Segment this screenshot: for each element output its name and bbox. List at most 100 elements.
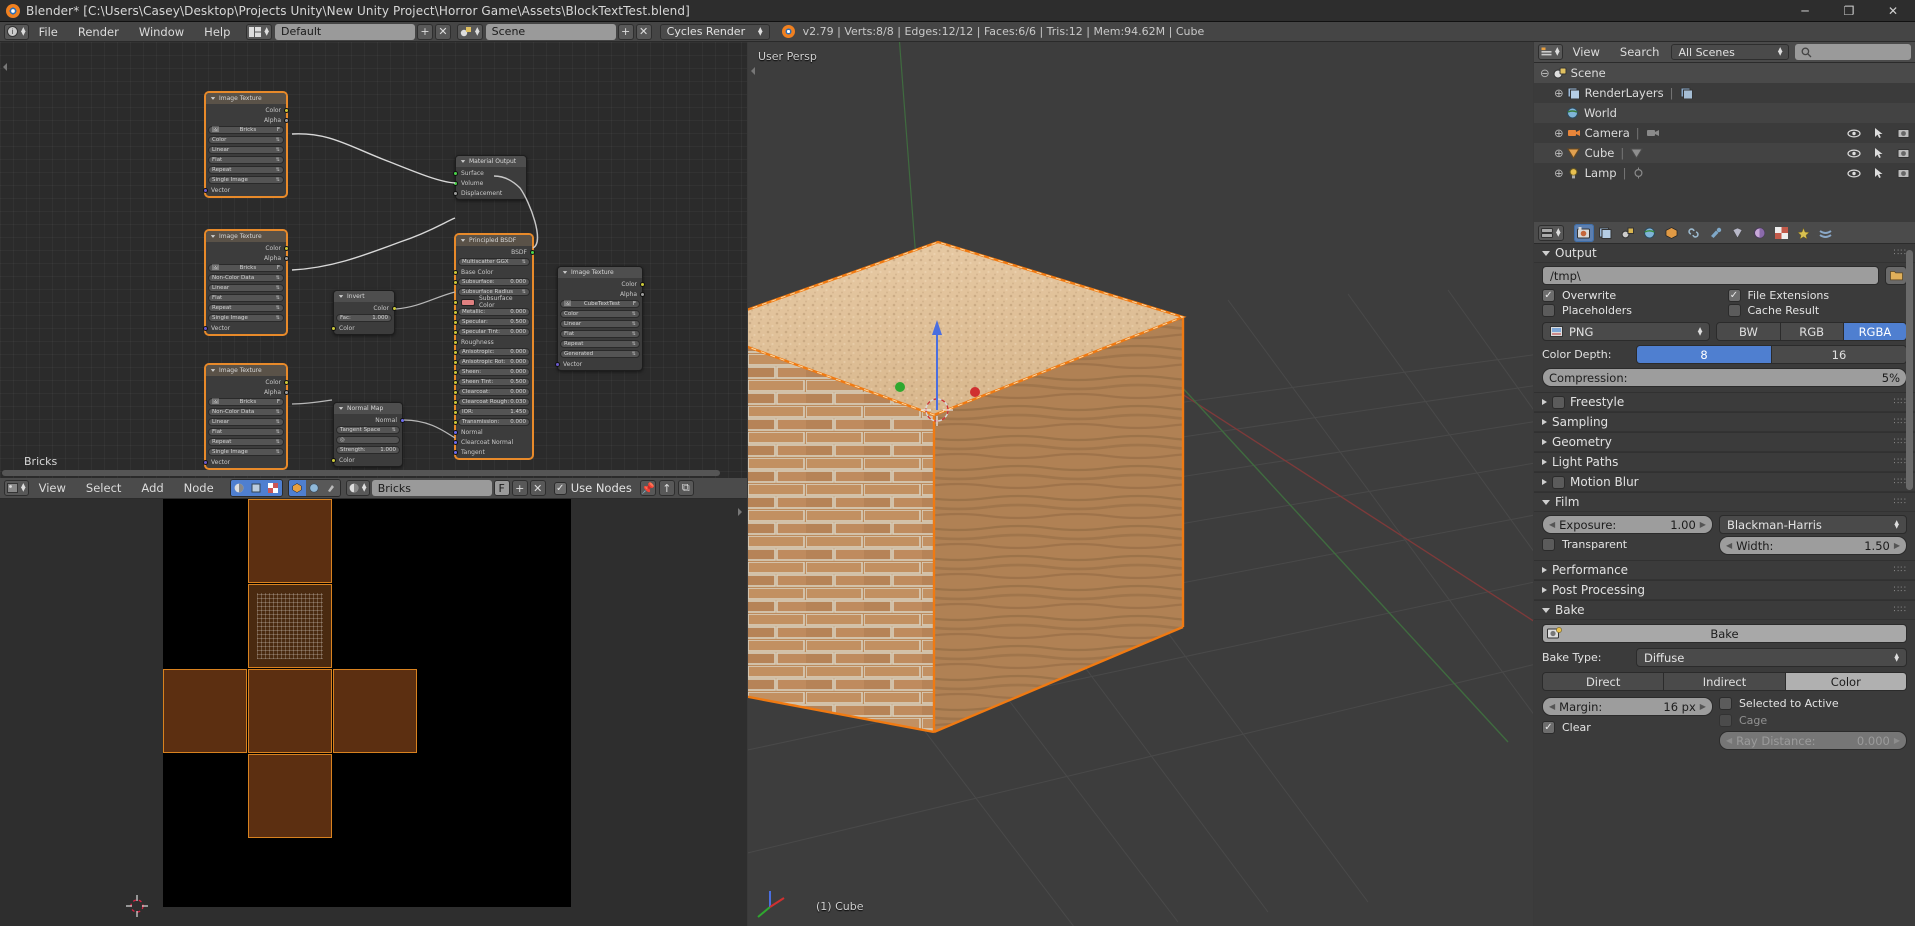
node-output-color[interactable]: Color xyxy=(560,280,645,288)
socket-dot[interactable] xyxy=(453,339,458,345)
node-source-dropdown[interactable]: Single Image ⇅ xyxy=(208,314,284,322)
object-shader-icon[interactable] xyxy=(230,480,248,496)
node-value-slider[interactable]: IOR: 1.450 xyxy=(458,408,530,416)
bake-direct-toggle[interactable]: Direct xyxy=(1543,673,1665,690)
node-value-slider[interactable]: Specular Tint: 0.000 xyxy=(458,328,530,336)
node-image-texture-4[interactable]: Image Texture Color Alpha 🖼 CubeTextTest F… xyxy=(555,266,645,371)
node-output-alpha[interactable]: Alpha xyxy=(208,388,289,396)
socket-vector[interactable] xyxy=(555,361,560,367)
drag-grip-icon[interactable]: ∷∷ xyxy=(1894,457,1907,467)
socket-dot[interactable] xyxy=(453,269,458,275)
socket-color[interactable] xyxy=(284,379,289,385)
editor-type-outliner-button[interactable]: ▲ ▼ xyxy=(1538,44,1563,60)
scene-name-field[interactable]: Scene xyxy=(485,23,616,40)
node-input-displacement[interactable]: Displacement xyxy=(453,189,524,197)
drag-grip-icon[interactable]: ∷∷ xyxy=(1894,397,1907,407)
outliner-row-toggles[interactable] xyxy=(1847,167,1911,179)
fake-user-button[interactable]: F xyxy=(493,480,510,496)
shader-type-toggle-group[interactable] xyxy=(229,479,283,497)
uv-face[interactable] xyxy=(163,669,247,753)
node-input-socket[interactable]: Base Color xyxy=(453,268,530,276)
pin-icon[interactable]: 📌 xyxy=(639,480,656,496)
node-projection-dropdown[interactable]: Flat ⇅ xyxy=(560,330,640,338)
expand-icon[interactable]: ⊕ xyxy=(1554,86,1564,100)
expand-icon[interactable]: ⊕ xyxy=(1554,146,1564,160)
use-nodes-checkbox[interactable]: ✓ xyxy=(553,481,567,495)
node-image-texture-2[interactable]: Image Texture Color Alpha 🖼 Bricks F Non-C… xyxy=(203,230,289,335)
outliner-item-world[interactable]: World xyxy=(1534,103,1915,123)
outliner-display-mode-dropdown[interactable]: All Scenes ▲ ▼ xyxy=(1671,44,1790,60)
socket-dot[interactable] xyxy=(453,360,458,365)
outliner-tree[interactable]: ⊖ Scene ⊕ RenderLayers | World ⊕ Camera xyxy=(1534,63,1915,183)
screen-layout-icon-button[interactable]: ▲ ▼ xyxy=(246,23,273,40)
uv-menu-view[interactable]: View xyxy=(29,478,76,498)
tab-modifiers[interactable] xyxy=(1706,224,1726,242)
node-value-slider[interactable]: Subsurface: 0.000 xyxy=(458,278,530,286)
socket-alpha[interactable] xyxy=(640,291,645,297)
color-depth-16[interactable]: 16 xyxy=(1772,346,1906,363)
node-input-vector[interactable]: Vector xyxy=(203,186,284,194)
outliner-item-scene[interactable]: ⊖ Scene xyxy=(1534,63,1915,83)
socket-dot[interactable] xyxy=(453,350,458,355)
overwrite-checkbox[interactable]: ✓ xyxy=(1542,289,1555,302)
node-header[interactable]: Invert xyxy=(334,291,394,302)
placeholders-toggle[interactable]: Placeholders xyxy=(1542,304,1722,317)
node-header[interactable]: Image Texture xyxy=(206,93,286,104)
node-image-texture-1[interactable]: Image Texture Color Alpha 🖼 Bricks F Col… xyxy=(203,92,289,197)
node-image-texture-3[interactable]: Image Texture Color Alpha 🖼 Bricks F Non-C… xyxy=(203,364,289,469)
editor-type-button[interactable]: ▲ ▼ xyxy=(4,480,29,496)
color-mode-rgba[interactable]: RGBA xyxy=(1843,323,1907,340)
socket-color[interactable] xyxy=(284,245,289,251)
socket-dot[interactable] xyxy=(453,330,458,335)
bake-type-dropdown[interactable]: Diffuse ▲ ▼ xyxy=(1636,648,1907,667)
color-depth-segmented[interactable]: 8 16 xyxy=(1636,345,1907,364)
socket-dot[interactable] xyxy=(453,390,458,395)
node-view-corner[interactable] xyxy=(2,62,12,72)
node-value-slider[interactable]: Clearcoat Rough: 0.030 xyxy=(458,398,530,406)
socket-bsdf[interactable] xyxy=(530,249,535,255)
world-shader-icon[interactable] xyxy=(247,480,265,496)
panel-header-sampling[interactable]: Sampling ∷∷ xyxy=(1534,413,1915,432)
node-value-slider[interactable]: Anisotropic: 0.000 xyxy=(458,348,530,356)
node-output-color[interactable]: Color xyxy=(208,244,289,252)
node-input-vector[interactable]: Vector xyxy=(203,458,284,466)
drag-grip-icon[interactable]: ∷∷ xyxy=(1894,605,1907,615)
tab-object[interactable] xyxy=(1662,224,1682,242)
socket-dot[interactable] xyxy=(453,299,458,305)
node-value-slider[interactable]: Transmission: 0.000 xyxy=(458,418,530,426)
cache-result-toggle[interactable]: Cache Result xyxy=(1727,304,1908,317)
add-screen-layout-button[interactable]: + xyxy=(417,23,434,40)
clear-toggle[interactable]: ✓ Clear xyxy=(1542,721,1713,734)
socket-color[interactable] xyxy=(331,457,336,463)
node-normal-map[interactable]: Normal Map Normal Tangent Space ⇅ ◎ Stren… xyxy=(331,402,405,467)
drag-grip-icon[interactable]: ∷∷ xyxy=(1894,477,1907,487)
node-distribution-dropdown[interactable]: Multiscatter GGX ⇅ xyxy=(458,258,530,266)
color-mode-segmented[interactable]: BW RGB RGBA xyxy=(1716,322,1907,341)
node-input-socket[interactable]: Tangent xyxy=(453,448,530,456)
viewport-corner-widget[interactable] xyxy=(750,66,760,76)
editor-type-properties-button[interactable]: ▲ ▼ xyxy=(1538,224,1564,241)
uv-menu-select[interactable]: Select xyxy=(76,478,131,498)
outliner-item-cube[interactable]: ⊕ Cube | xyxy=(1534,143,1915,163)
socket-vector[interactable] xyxy=(203,459,208,465)
expand-icon[interactable]: ⊕ xyxy=(1554,126,1564,140)
socket-dot[interactable] xyxy=(453,380,458,385)
transparent-toggle[interactable]: Transparent xyxy=(1542,538,1713,551)
node-output-alpha[interactable]: Alpha xyxy=(208,254,289,262)
panel-header-post-processing[interactable]: Post Processing ∷∷ xyxy=(1534,581,1915,600)
node-input-vector[interactable]: Vector xyxy=(555,360,640,368)
collapse-icon[interactable]: ⊖ xyxy=(1540,66,1550,80)
node-colorspace-dropdown[interactable]: Color ⇅ xyxy=(560,310,640,318)
3d-viewport-area[interactable]: User Persp (1) Cube xyxy=(748,42,1533,926)
drag-grip-icon[interactable]: ∷∷ xyxy=(1894,585,1907,595)
node-input-surface[interactable]: Surface xyxy=(453,169,524,177)
socket-color[interactable] xyxy=(284,107,289,113)
drag-grip-icon[interactable]: ∷∷ xyxy=(1894,497,1907,507)
bake-button[interactable]: Bake xyxy=(1542,624,1907,643)
delete-screen-layout-button[interactable]: ✕ xyxy=(435,23,452,40)
node-header[interactable]: Image Texture xyxy=(206,231,286,242)
node-interpolation-dropdown[interactable]: Linear ⇅ xyxy=(208,146,284,154)
node-value-slider[interactable]: Metallic: 0.000 xyxy=(458,308,530,316)
object-icon[interactable] xyxy=(288,480,306,496)
node-input-socket[interactable]: Normal xyxy=(453,428,530,436)
